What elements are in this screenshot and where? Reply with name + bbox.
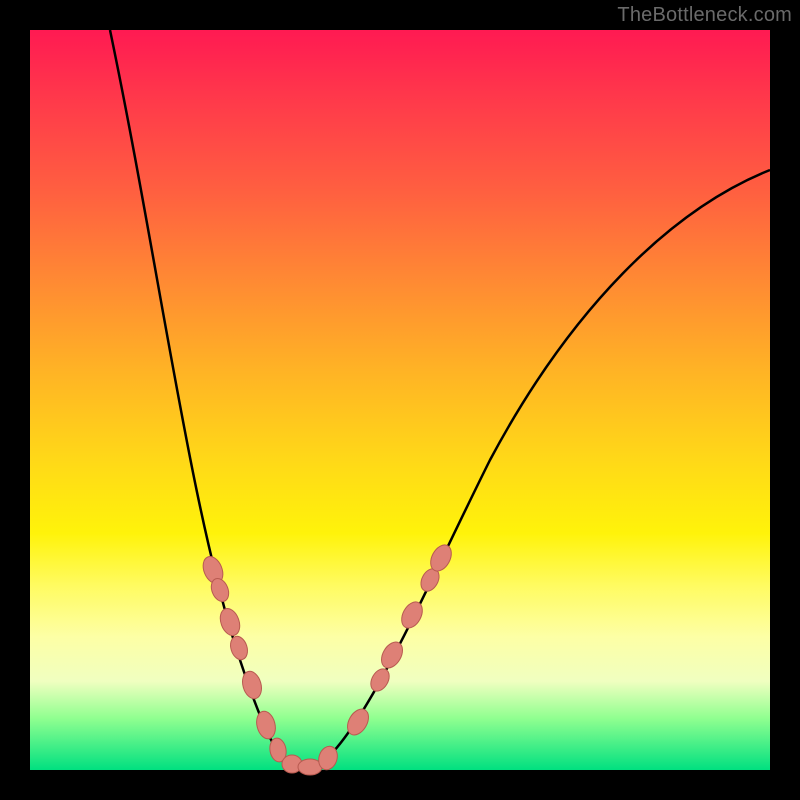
plot-area bbox=[30, 30, 770, 770]
data-marker bbox=[228, 634, 251, 662]
bottleneck-curve bbox=[30, 30, 770, 770]
data-marker bbox=[397, 598, 426, 631]
data-marker bbox=[239, 669, 264, 701]
chart-frame: TheBottleneck.com bbox=[0, 0, 800, 800]
watermark: TheBottleneck.com bbox=[617, 4, 792, 27]
data-marker bbox=[217, 606, 243, 638]
data-marker bbox=[254, 709, 278, 741]
data-marker bbox=[367, 666, 393, 695]
data-marker bbox=[377, 638, 407, 671]
